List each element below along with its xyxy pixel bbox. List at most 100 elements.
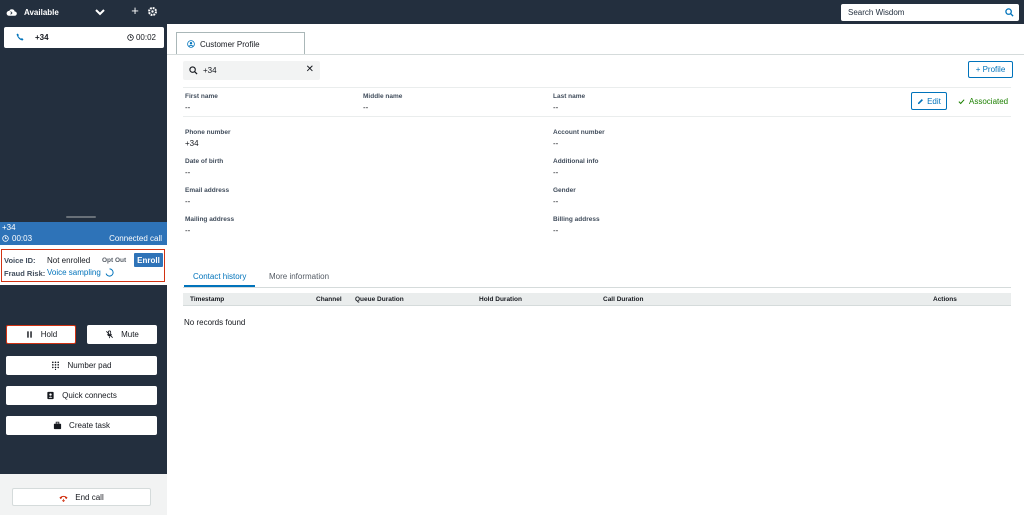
hold-label: Hold — [40, 330, 58, 339]
main-content: Customer Profile +34 ✕ + Profile First n… — [167, 24, 1024, 515]
check-icon — [958, 99, 965, 105]
account-number-value: -- — [553, 139, 559, 148]
add-profile-button[interactable]: + Profile — [968, 61, 1013, 78]
divider — [183, 116, 1011, 117]
column-header[interactable]: Actions — [933, 296, 957, 303]
create-task-button[interactable]: Create task — [6, 416, 157, 435]
contact-tile-timer: 00:02 — [127, 33, 156, 42]
keypad-icon — [52, 361, 60, 370]
address-book-icon — [47, 391, 54, 400]
tab-customer-profile[interactable]: Customer Profile — [176, 32, 305, 55]
date-of-birth-label: Date of birth — [185, 158, 224, 165]
middle-name-label: Middle name — [363, 93, 403, 100]
first-name-label: First name — [185, 93, 218, 100]
gear-icon[interactable] — [147, 6, 158, 17]
pause-icon — [27, 331, 32, 338]
create-task-label: Create task — [69, 421, 110, 430]
resize-handle[interactable] — [66, 216, 96, 218]
fraud-risk-status: Voice sampling — [47, 268, 114, 277]
last-name-label: Last name — [553, 93, 586, 100]
column-header[interactable]: Channel — [316, 296, 342, 303]
number-pad-button[interactable]: Number pad — [6, 356, 157, 375]
app-root: Available + Search Wisdom +34 00:02 +34 … — [0, 0, 1024, 515]
wisdom-search-input[interactable]: Search Wisdom — [841, 4, 1019, 21]
billing-address-label: Billing address — [553, 216, 600, 223]
end-call-label: End call — [75, 492, 104, 502]
voice-id-area: Voice ID: Not enrolled Opt Out Enroll Fr… — [0, 245, 167, 285]
additional-info-label: Additional info — [553, 158, 599, 165]
tab-contact-history[interactable]: Contact history — [184, 272, 256, 287]
fraud-risk-value: Voice sampling — [47, 268, 101, 277]
enroll-button[interactable]: Enroll — [134, 253, 163, 267]
edit-label: Edit — [927, 96, 941, 106]
search-icon[interactable] — [1005, 8, 1014, 17]
profile-search-value: +34 — [203, 66, 217, 75]
column-header[interactable]: Timestamp — [190, 296, 224, 303]
call-state: Connected call — [109, 234, 162, 243]
hold-button[interactable]: Hold — [6, 325, 76, 344]
quick-connects-label: Quick connects — [62, 391, 117, 400]
tab-divider — [167, 54, 1024, 55]
column-header[interactable]: Hold Duration — [479, 296, 522, 303]
call-elapsed-value: 00:03 — [12, 234, 33, 243]
email-address-value: -- — [185, 197, 191, 206]
empty-table-message: No records found — [184, 318, 246, 327]
mute-button[interactable]: Mute — [87, 325, 157, 344]
chevron-down-icon[interactable] — [94, 7, 106, 17]
email-address-label: Email address — [185, 187, 230, 194]
column-header[interactable]: Call Duration — [603, 296, 643, 303]
search-icon — [189, 66, 198, 75]
phone-number-value: +34 — [185, 139, 199, 148]
phone-icon — [16, 33, 24, 41]
voice-id-label: Voice ID: — [4, 256, 36, 265]
edit-button[interactable]: Edit — [911, 92, 947, 110]
user-circle-icon — [187, 40, 195, 48]
contact-tile[interactable]: +34 00:02 — [4, 27, 164, 48]
clock-icon — [2, 235, 9, 242]
opt-out-button[interactable]: Opt Out — [102, 257, 126, 264]
wisdom-search-placeholder: Search Wisdom — [848, 8, 905, 17]
top-bar: Available + Search Wisdom — [0, 0, 1024, 24]
billing-address-value: -- — [553, 226, 559, 235]
voice-id-panel: Voice ID: Not enrolled Opt Out Enroll Fr… — [1, 249, 165, 282]
divider — [183, 87, 1011, 88]
middle-name-value: -- — [363, 103, 369, 112]
associated-label: Associated — [969, 97, 1009, 106]
contact-history-table-header: Timestamp Channel Queue Duration Hold Du… — [183, 293, 1011, 306]
call-elapsed: 00:03 — [2, 234, 32, 243]
tab-more-information[interactable]: More information — [269, 272, 329, 287]
end-call-button[interactable]: End call — [12, 488, 151, 506]
contact-tile-number: +34 — [35, 33, 49, 42]
mic-off-icon — [106, 330, 114, 339]
mailing-address-label: Mailing address — [185, 216, 235, 223]
cloud-icon — [6, 8, 17, 16]
clock-icon — [127, 34, 134, 41]
last-name-value: -- — [553, 103, 559, 112]
number-pad-label: Number pad — [67, 361, 112, 370]
voice-id-status: Not enrolled — [47, 256, 91, 265]
quick-connects-button[interactable]: Quick connects — [6, 386, 157, 405]
profile-search-input[interactable]: +34 ✕ — [183, 61, 320, 80]
agent-status-label: Available — [24, 7, 59, 17]
agent-status-selector[interactable]: Available — [6, 0, 59, 24]
mute-label: Mute — [121, 330, 139, 339]
mailing-address-value: -- — [185, 226, 191, 235]
column-header[interactable]: Queue Duration — [355, 296, 404, 303]
associated-status: Associated — [958, 97, 1008, 106]
plus-icon[interactable]: + — [129, 4, 141, 18]
fraud-risk-label: Fraud Risk: — [4, 269, 46, 278]
contact-control-panel: +34 00:02 +34 00:03 Connected call Voice… — [0, 24, 167, 515]
hang-up-icon — [59, 495, 68, 502]
call-number: +34 — [2, 223, 16, 232]
close-icon[interactable]: ✕ — [306, 65, 314, 75]
tab-customer-profile-label: Customer Profile — [200, 39, 260, 49]
phone-number-label: Phone number — [185, 129, 231, 136]
gender-value: -- — [553, 197, 559, 206]
pencil-icon — [917, 98, 924, 104]
subtab-divider — [183, 287, 1011, 288]
contact-tile-timer-value: 00:02 — [135, 33, 156, 42]
gender-label: Gender — [553, 187, 576, 194]
spinner-icon — [105, 268, 114, 277]
first-name-value: -- — [185, 103, 191, 112]
date-of-birth-value: -- — [185, 168, 191, 177]
